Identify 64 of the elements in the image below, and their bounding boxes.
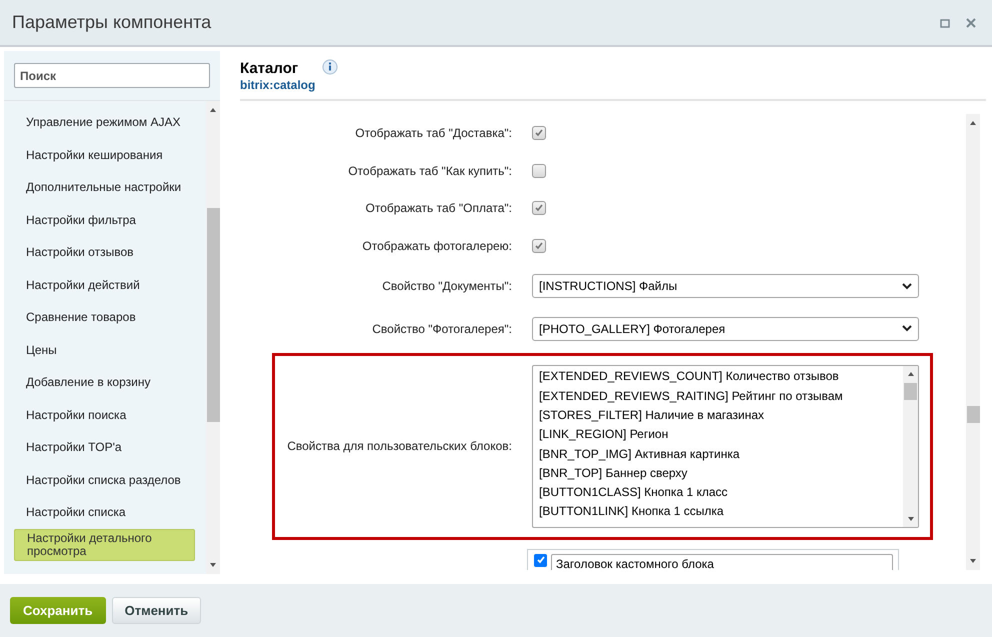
dropdown[interactable]: [PHOTO_GALLERY] Фотогалерея	[532, 316, 919, 340]
text-field[interactable]: Заголовок кастомного блока	[551, 554, 893, 570]
list-option[interactable]: [EXTENDED_REVIEWS_COUNT] Количество отзывов	[539, 366, 903, 386]
sidebar-item[interactable]: Настройки действий	[14, 268, 196, 301]
checkbox[interactable]	[532, 164, 546, 178]
sidebar-item[interactable]: Настройки списка разделов	[14, 464, 196, 496]
scrollbar-thumb[interactable]	[904, 382, 917, 400]
sidebar-item[interactable]: Цены	[14, 334, 196, 366]
sidebar-item[interactable]: Настройки TOP'а	[14, 431, 196, 464]
field-label: Отображать фотогалерею:	[362, 238, 512, 253]
chevron-down-icon	[902, 325, 912, 332]
sidebar-item[interactable]: Настройки детального просмотра	[14, 528, 195, 561]
field-label: Свойство "Документы":	[382, 279, 512, 293]
sidebar-item[interactable]: Дополнительные настройки	[14, 171, 196, 204]
window-title: Параметры компонента	[12, 11, 212, 34]
sidebar-item[interactable]: Сравнение товаров	[14, 301, 196, 334]
list-option[interactable]: [BNR_TOP_IMG] Активная картинка	[539, 444, 903, 464]
checkmark-icon	[536, 555, 546, 566]
search-field[interactable]: Поиск	[14, 63, 210, 88]
sidebar-item[interactable]: Настройки фильтра	[14, 204, 196, 236]
sidebar-item[interactable]: Настройки списка	[14, 496, 196, 528]
checkbox[interactable]	[532, 126, 546, 140]
arrow-down-icon[interactable]	[969, 558, 977, 564]
list-option[interactable]: [LINK_REGION] Регион	[539, 424, 903, 444]
list-option[interactable]: [STORES_FILTER] Наличие в магазинах	[539, 405, 903, 425]
checkmark-icon	[534, 240, 544, 251]
maximize-icon[interactable]	[940, 18, 950, 28]
sidebar-item[interactable]: Настройки поиска	[14, 398, 196, 431]
arrow-up-icon[interactable]	[209, 107, 217, 113]
sidebar-item[interactable]: Настройки отзывов	[14, 236, 196, 268]
field-label: Отображать таб "Оплата":	[366, 201, 512, 216]
list-box[interactable]	[532, 364, 919, 528]
scrollbar-thumb[interactable]	[966, 406, 980, 423]
scrollbar[interactable]	[966, 114, 980, 570]
list-option[interactable]: [BUTTON1CLASS] Кнопка 1 класс	[539, 482, 903, 502]
field-label: Свойства для пользовательских блоков:	[287, 439, 512, 454]
arrow-down-icon[interactable]	[209, 562, 217, 568]
field-label: Отображать таб "Доставка":	[355, 126, 512, 140]
sidebar-item[interactable]: Добавление в корзину	[14, 366, 196, 398]
arrow-down-icon[interactable]	[906, 516, 914, 522]
checkmark-icon	[534, 128, 544, 138]
field-label: Свойство "Фотогалерея":	[372, 322, 512, 336]
scrollbar-thumb[interactable]	[206, 208, 220, 422]
scrollbar[interactable]	[903, 366, 918, 527]
dropdown[interactable]: [INSTRUCTIONS] Файлы	[532, 274, 919, 298]
scrollbar[interactable]	[206, 101, 220, 574]
sidebar-item[interactable]: Настройки кеширования	[14, 138, 196, 171]
checkmark-icon	[534, 203, 544, 214]
list-option[interactable]: [EXTENDED_REVIEWS_RAITING] Рейтинг по отзывам	[539, 386, 903, 406]
close-icon[interactable]	[966, 18, 976, 28]
checkbox[interactable]	[532, 201, 546, 216]
field-label: Отображать таб "Как купить":	[348, 164, 512, 178]
component-title: Каталог	[240, 60, 300, 77]
cancel-button[interactable]: Отменить	[112, 597, 202, 624]
sidebar-item[interactable]: Управление режимом AJAX	[14, 106, 196, 138]
checkbox[interactable]	[534, 554, 547, 567]
arrow-up-icon[interactable]	[906, 370, 914, 377]
list-option[interactable]: [BUTTON1LINK] Кнопка 1 ссылка	[539, 502, 903, 522]
component-code: bitrix:catalog	[240, 77, 316, 93]
checkbox[interactable]	[532, 238, 546, 253]
info-icon[interactable]	[322, 59, 338, 75]
chevron-down-icon	[902, 282, 912, 290]
arrow-up-icon[interactable]	[969, 120, 977, 126]
list-option[interactable]: [BNR_TOP] Баннер сверху	[539, 463, 903, 483]
